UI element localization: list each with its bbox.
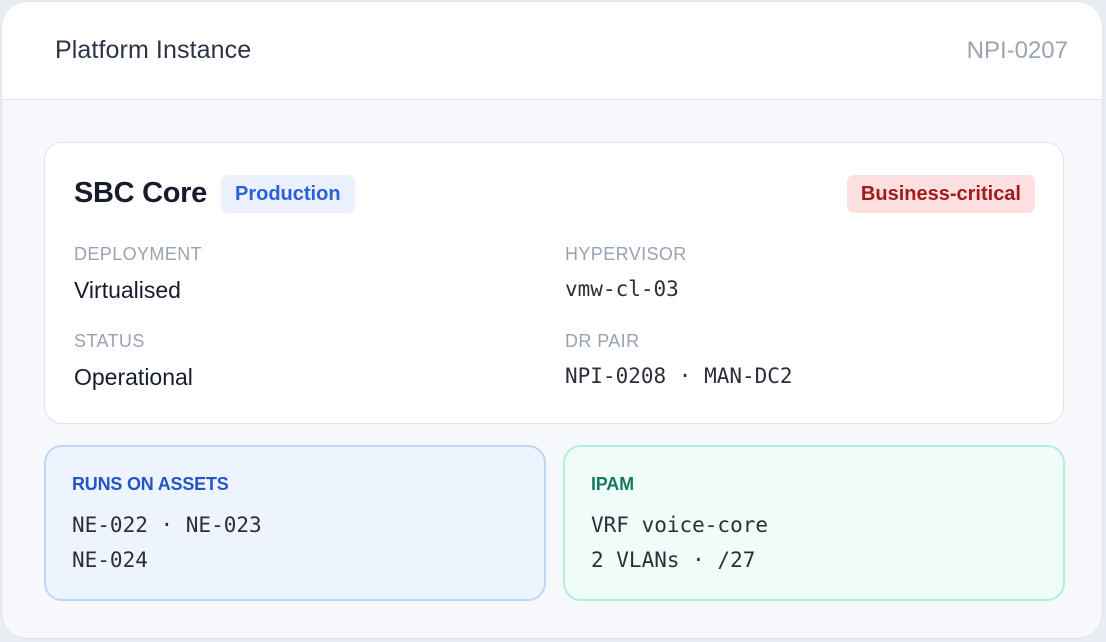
status-label: STATUS [74,331,145,351]
instance-name: SBC Core [74,177,207,209]
instance-details-card: SBC Core Production Business-critical DE… [44,142,1064,424]
panel-title: Platform Instance [55,36,252,64]
ipam-card: IPAM VRF voice-core 2 VLANs · /27 [563,445,1065,601]
deployment-value: Virtualised [74,277,181,303]
ipam-vrf-line: VRF voice-core [591,513,769,537]
hypervisor-label: HYPERVISOR [565,244,687,264]
panel-header: Platform Instance NPI-0207 [2,2,1102,100]
asset-list-line: NE-024 [72,548,148,572]
platform-instance-panel: Platform Instance NPI-0207 SBC Core Prod… [1,1,1103,639]
environment-badge: Production [221,175,355,213]
deployment-label: DEPLOYMENT [74,244,203,264]
instance-id: NPI-0207 [966,36,1068,64]
status-value: Operational [74,364,193,390]
runs-on-assets-card: RUNS ON ASSETS NE-022 · NE-023 NE-024 [44,445,546,601]
hypervisor-value: vmw-cl-03 [565,277,679,301]
dr-pair-value: NPI-0208 · MAN-DC2 [565,364,793,388]
criticality-badge: Business-critical [846,175,1035,213]
ipam-vlan-line: 2 VLANs · /27 [591,548,756,572]
runs-on-assets-label: RUNS ON ASSETS [72,474,229,494]
dr-pair-label: DR PAIR [565,331,640,351]
asset-list-line: NE-022 · NE-023 [72,513,262,537]
ipam-label: IPAM [591,474,634,494]
